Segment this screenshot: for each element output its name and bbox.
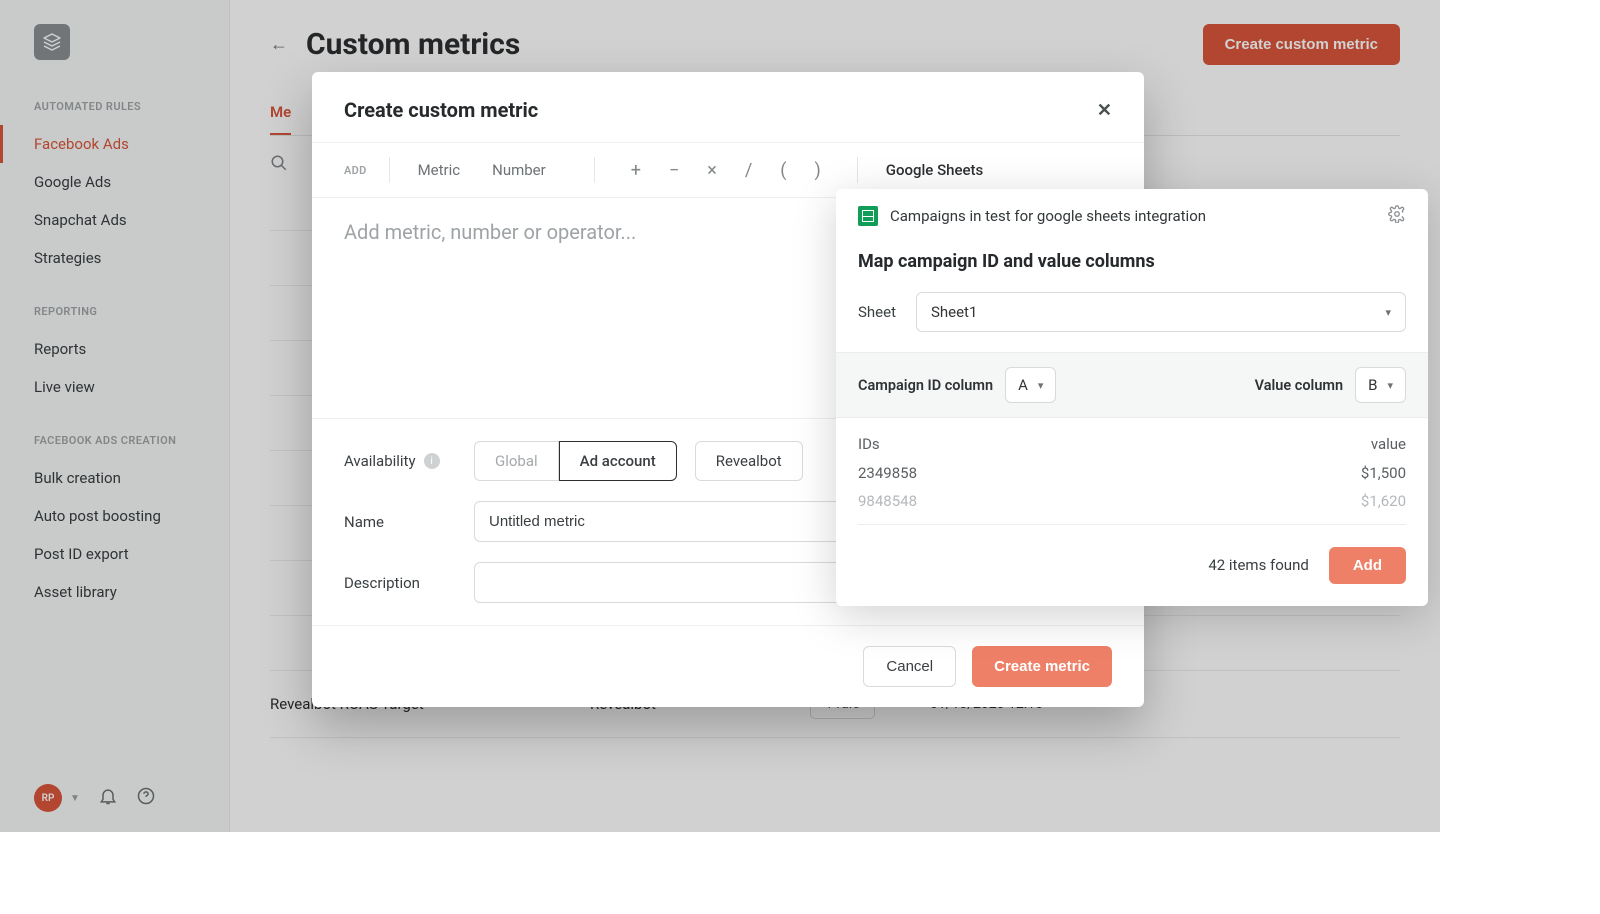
campaign-id-col-label: Campaign ID column: [858, 377, 993, 394]
add-metric-button[interactable]: Metric: [412, 157, 467, 183]
toolbar-add-label: ADD: [344, 164, 367, 177]
campaign-id-col-select[interactable]: A ▾: [1005, 367, 1056, 403]
add-number-button[interactable]: Number: [486, 157, 552, 183]
sheet-select[interactable]: Sheet1 ▾: [916, 292, 1406, 332]
modal-title: Create custom metric: [344, 98, 538, 122]
chevron-down-icon: ▾: [1387, 379, 1393, 392]
name-label: Name: [344, 513, 474, 531]
chevron-down-icon: ▾: [1038, 379, 1044, 392]
availability-ad-account[interactable]: Ad account: [559, 441, 677, 481]
preview-id: 2349858: [858, 459, 917, 488]
preview-value-header: value: [1361, 430, 1406, 459]
operator-paren-close[interactable]: ): [800, 160, 834, 181]
preview-value: $1,620: [1361, 487, 1406, 516]
create-metric-button[interactable]: Create metric: [972, 646, 1112, 687]
description-label: Description: [344, 574, 474, 592]
operator-multiply[interactable]: ×: [693, 160, 731, 181]
operator-plus[interactable]: +: [617, 160, 655, 181]
cancel-button[interactable]: Cancel: [863, 646, 956, 687]
gear-icon[interactable]: [1388, 205, 1406, 227]
operator-minus[interactable]: −: [655, 160, 693, 181]
chevron-down-icon: ▾: [1385, 306, 1391, 319]
items-found: 42 items found: [1208, 556, 1309, 574]
availability-segmented: Global Ad account Revealbot: [474, 441, 803, 481]
operator-paren-open[interactable]: (: [766, 160, 800, 181]
preview-value: $1,500: [1361, 459, 1406, 488]
preview-id-header: IDs: [858, 430, 917, 459]
availability-global[interactable]: Global: [474, 441, 559, 481]
info-icon[interactable]: i: [424, 453, 440, 469]
sheets-heading: Map campaign ID and value columns: [858, 251, 1406, 272]
close-icon[interactable]: ✕: [1097, 100, 1112, 121]
sheets-source-name: Campaigns in test for google sheets inte…: [890, 207, 1376, 225]
operator-divide[interactable]: /: [731, 160, 766, 181]
google-sheets-button[interactable]: Google Sheets: [880, 157, 990, 183]
value-col-label: Value column: [1255, 377, 1343, 394]
google-sheets-popover: Campaigns in test for google sheets inte…: [836, 189, 1428, 606]
availability-revealbot[interactable]: Revealbot: [695, 441, 803, 481]
preview-id: 9848548: [858, 487, 917, 516]
availability-label: Availability: [344, 452, 416, 470]
value-col-select[interactable]: B ▾: [1355, 367, 1406, 403]
sheets-preview: IDs 2349858 9848548 value $1,500 $1,620: [858, 418, 1406, 525]
sheet-label: Sheet: [858, 303, 896, 321]
google-sheets-icon: [858, 206, 878, 226]
sheets-add-button[interactable]: Add: [1329, 547, 1406, 584]
